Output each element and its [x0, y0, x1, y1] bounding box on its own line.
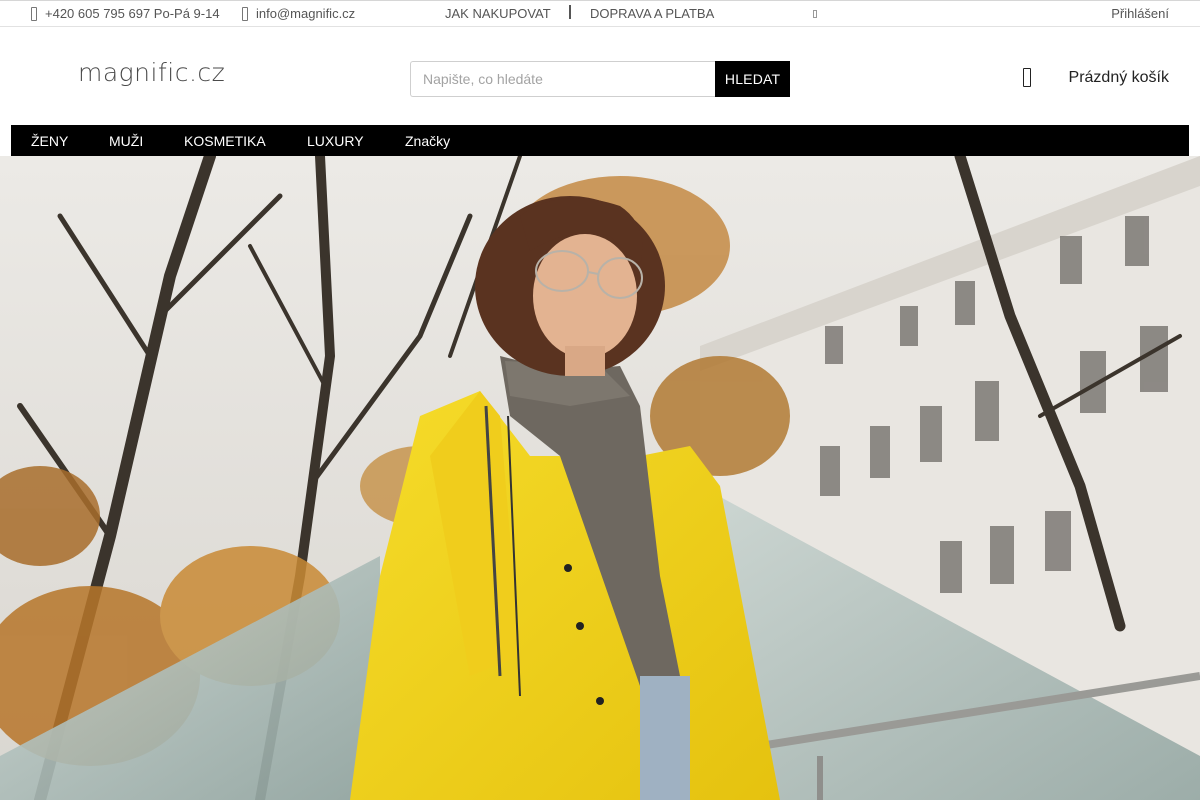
search-input[interactable] — [410, 61, 716, 97]
cart[interactable]: Prázdný košík — [1022, 68, 1169, 87]
login-link[interactable]: Přihlášení — [1111, 6, 1169, 21]
nav-item-muzi[interactable]: MUŽI — [109, 133, 143, 149]
email-text: info@magnific.cz — [256, 6, 356, 21]
topbar-separator — [569, 5, 571, 19]
phone-contact[interactable]: +420 605 795 697 Po-Pá 9-14 — [31, 6, 220, 21]
phone-text: +420 605 795 697 Po-Pá 9-14 — [45, 6, 220, 21]
hero-banner[interactable] — [0, 156, 1200, 800]
nav-item-zeny[interactable]: ŽENY — [31, 133, 68, 149]
top-bar: +420 605 795 697 Po-Pá 9-14 info@magnifi… — [0, 0, 1200, 27]
hero-image — [0, 156, 1200, 800]
nav-item-kosmetika[interactable]: KOSMETIKA — [184, 133, 266, 149]
site-logo[interactable]: magnific.cz — [78, 58, 225, 87]
search-button[interactable]: HLEDAT — [715, 61, 790, 97]
email-contact[interactable]: info@magnific.cz — [242, 6, 355, 21]
nav-item-luxury[interactable]: LUXURY — [307, 133, 364, 149]
shipping-payment-link[interactable]: DOPRAVA A PLATBA — [590, 6, 714, 21]
email-icon — [242, 6, 248, 21]
cart-icon[interactable] — [1022, 68, 1031, 87]
how-to-buy-link[interactable]: JAK NAKUPOVAT — [445, 6, 551, 21]
search-bar: HLEDAT — [410, 61, 790, 97]
main-nav: ŽENY MUŽI KOSMETIKA LUXURY Značky — [11, 125, 1189, 156]
cart-label[interactable]: Prázdný košík — [1069, 69, 1169, 87]
dropdown-icon[interactable] — [813, 10, 817, 18]
phone-icon — [31, 6, 37, 21]
nav-item-znacky[interactable]: Značky — [405, 133, 450, 149]
